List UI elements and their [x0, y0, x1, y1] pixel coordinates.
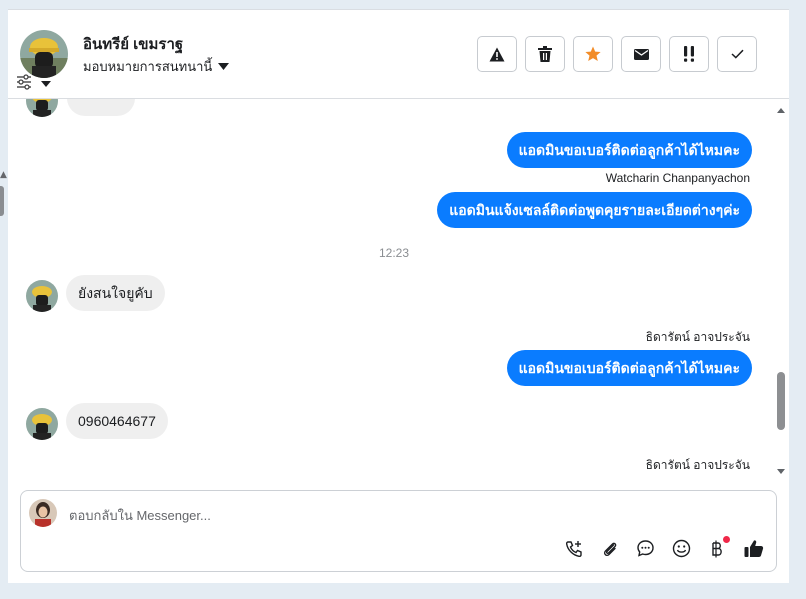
- message-bubble-outgoing: แอดมินขอเบอร์ติดต่อลูกค้าได้ไหมคะ: [506, 132, 752, 168]
- reply-input[interactable]: ตอบกลับใน Messenger...: [69, 505, 211, 526]
- attachment-icon: [603, 542, 616, 556]
- star-icon: [585, 46, 601, 61]
- call-add-button[interactable]: [563, 538, 584, 559]
- message-composer: ตอบกลับใน Messenger...: [20, 490, 777, 572]
- filter-icon[interactable]: [16, 74, 32, 90]
- collapse-chevron-icon[interactable]: ▲: [0, 170, 7, 180]
- left-edge: [0, 0, 8, 599]
- spam-button[interactable]: [477, 36, 517, 72]
- scroll-up-icon[interactable]: [775, 105, 787, 115]
- payment-button[interactable]: [707, 536, 730, 559]
- mark-unread-button[interactable]: [621, 36, 661, 72]
- follow-up-button[interactable]: [669, 36, 709, 72]
- emoji-button[interactable]: [671, 538, 692, 559]
- contact-message-avatar: [26, 99, 58, 117]
- composer-tools: [563, 536, 764, 559]
- contact-avatar[interactable]: [20, 30, 68, 78]
- sender-name: Watcharin Chanpanyachon: [605, 171, 750, 185]
- sidebar-resize-handle[interactable]: [0, 186, 4, 216]
- delete-button[interactable]: [525, 36, 565, 72]
- thumbs-up-icon: [744, 540, 763, 557]
- done-button[interactable]: [717, 36, 757, 72]
- message-bubble-incoming-partial: [67, 99, 135, 116]
- call-add-icon: [565, 540, 582, 557]
- message-bubble-outgoing: แอดมินแจ้งเซลล์ติดต่อพูดคุยรายละเอียดต่า…: [437, 192, 752, 228]
- warning-icon: [489, 47, 505, 61]
- sender-name: ธิดารัตน์ อาจประจัน: [645, 458, 750, 472]
- message-bubble-incoming: 0960464677: [66, 403, 168, 439]
- assign-conversation-dropdown[interactable]: มอบหมายการสนทนานี้: [83, 56, 230, 77]
- contact-message-avatar: [26, 408, 58, 440]
- emoji-icon: [672, 539, 691, 558]
- trash-icon: [538, 46, 552, 62]
- message-timestamp: 12:23: [379, 246, 410, 260]
- chat-bubble-icon: [637, 540, 654, 557]
- chevron-down-icon: [218, 63, 230, 70]
- check-icon: [730, 49, 744, 59]
- conversation-panel: อินทรีย์ เขมราฐ มอบหมายการสนทนานี้ แอดมิ…: [8, 9, 789, 583]
- scroll-down-icon[interactable]: [775, 467, 787, 477]
- sender-name: ธิดารัตน์ อาจประจัน: [645, 330, 750, 344]
- message-bubble-outgoing: แอดมินขอเบอร์ติดต่อลูกค้าได้ไหมคะ: [506, 350, 752, 386]
- baht-icon: [711, 540, 722, 557]
- right-edge: [789, 0, 806, 599]
- envelope-icon: [633, 48, 649, 60]
- message-thread[interactable]: แอดมินขอเบอร์ติดต่อลูกค้าได้ไหมคะ Watcha…: [8, 99, 778, 477]
- assign-label: มอบหมายการสนทนานี้: [83, 59, 213, 74]
- scrollbar-thumb[interactable]: [777, 372, 785, 430]
- user-avatar: [29, 499, 57, 527]
- notification-dot: [723, 536, 730, 543]
- message-bubble-incoming: ยังสนใจยูคับ: [66, 275, 165, 311]
- conversation-header: อินทรีย์ เขมราฐ มอบหมายการสนทนานี้: [8, 10, 789, 99]
- saved-replies-button[interactable]: [635, 538, 656, 559]
- contact-message-avatar: [26, 280, 58, 312]
- attachment-button[interactable]: [599, 538, 620, 559]
- caret-down-icon[interactable]: [40, 80, 52, 88]
- star-button[interactable]: [573, 36, 613, 72]
- header-actions: [477, 36, 757, 72]
- like-button[interactable]: [743, 538, 764, 559]
- contact-name: อินทรีย์ เขมราฐ: [83, 36, 184, 53]
- exclamation-icon: [684, 46, 694, 62]
